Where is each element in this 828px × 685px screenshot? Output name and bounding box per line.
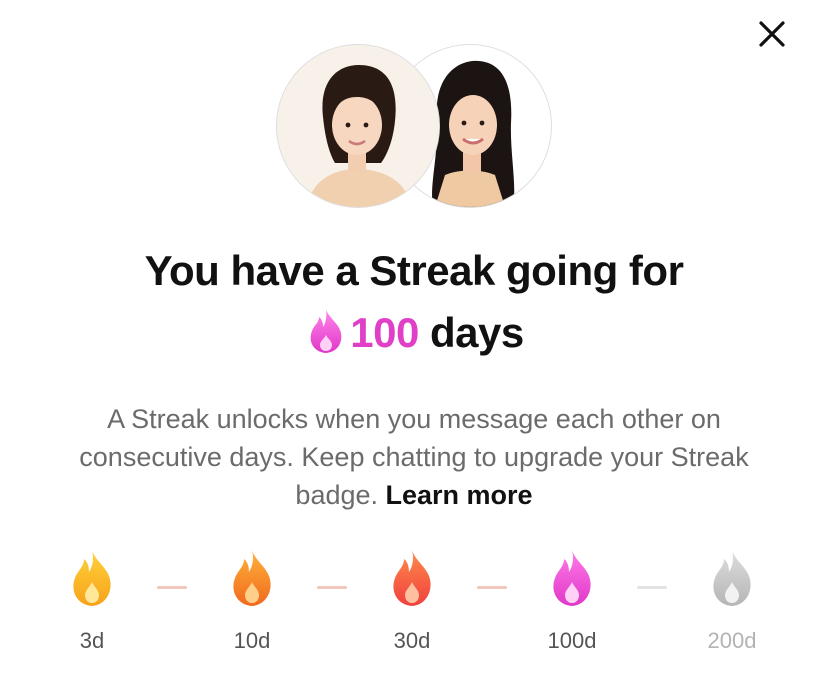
avatar-group — [0, 0, 828, 220]
avatar-left — [277, 45, 439, 207]
streak-description: A Streak unlocks when you message each o… — [60, 400, 768, 514]
milestone-label: 10d — [233, 628, 271, 653]
milestone-label: 100d — [547, 628, 597, 653]
milestone-label: 30d — [393, 628, 431, 653]
milestone-100d: 100d — [517, 548, 627, 654]
milestone-connector — [157, 586, 187, 589]
fire-icon — [707, 548, 757, 608]
fire-icon — [547, 548, 597, 608]
fire-icon — [67, 548, 117, 608]
headline-line-2: 100 days — [0, 302, 828, 364]
milestone-10d: 10d — [197, 548, 307, 654]
fire-icon — [387, 548, 437, 608]
milestone-200d: 200d — [677, 548, 787, 654]
fire-icon — [304, 307, 348, 355]
learn-more-link[interactable]: Learn more — [386, 480, 533, 510]
milestone-connector — [317, 586, 347, 589]
fire-icon — [227, 548, 277, 608]
milestone-connector — [477, 586, 507, 589]
milestone-30d: 30d — [357, 548, 467, 654]
milestone-label: 200d — [707, 628, 757, 653]
milestone-connector — [637, 586, 667, 589]
milestone-3d: 3d — [37, 548, 147, 654]
streak-headline: You have a Streak going for 100 days — [0, 240, 828, 364]
streak-count: 100 — [350, 309, 419, 356]
milestone-label: 3d — [79, 628, 105, 653]
streak-milestones: 3d 10d 30d 100d 200d — [0, 548, 828, 668]
headline-line-1: You have a Streak going for — [144, 247, 684, 294]
streak-days-label: days — [418, 309, 524, 356]
